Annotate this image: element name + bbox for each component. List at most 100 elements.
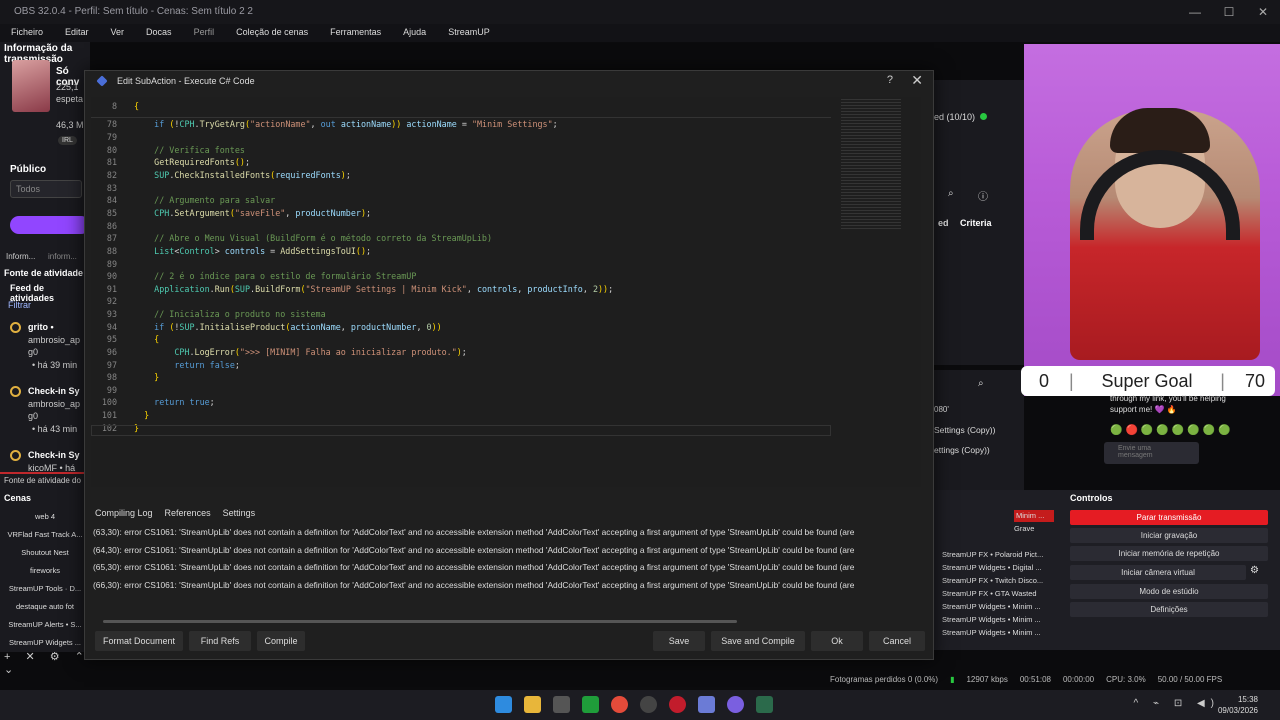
code-line[interactable]: 81 GetRequiredFonts(); — [91, 157, 831, 169]
settings-button[interactable]: Definições — [1070, 602, 1268, 617]
minimap[interactable] — [841, 99, 901, 229]
tab-compiling-log[interactable]: Compiling Log — [95, 508, 153, 518]
list-item[interactable]: VRFlad Fast Track A... — [0, 526, 90, 544]
compile-button[interactable]: Compile — [257, 631, 305, 651]
code-line[interactable]: 98 } — [91, 372, 831, 384]
scenes-list: web 4 VRFlad Fast Track A... Shoutout Ne… — [0, 508, 90, 652]
public-select[interactable]: Todos — [10, 180, 82, 198]
menu-ajuda[interactable]: Ajuda — [392, 24, 437, 42]
code-line[interactable]: 88 List<Control> controls = AddSettingsT… — [91, 246, 831, 258]
code-line[interactable]: 101 } — [91, 410, 831, 422]
code-line[interactable]: 91 Application.Run(SUP.BuildForm("Stream… — [91, 284, 831, 296]
tab-settings[interactable]: Settings — [223, 508, 256, 518]
studio-mode-button[interactable]: Modo de estúdio — [1070, 584, 1268, 599]
tab-references[interactable]: References — [165, 508, 211, 518]
list-item[interactable]: web 4 — [0, 508, 90, 526]
store-icon[interactable] — [553, 696, 570, 713]
list-item[interactable]: Minim ... — [1014, 510, 1054, 522]
chrome-icon[interactable] — [611, 696, 628, 713]
opera-icon[interactable] — [669, 696, 686, 713]
start-recording-button[interactable]: Iniciar gravação — [1070, 528, 1268, 543]
code-line[interactable]: 85 CPH.SetArgument("saveFile", productNu… — [91, 208, 831, 220]
file-explorer-icon[interactable] — [524, 696, 541, 713]
code-line[interactable]: 93 // Inicializa o produto no sistema — [91, 309, 831, 321]
find-refs-button[interactable]: Find Refs — [189, 631, 251, 651]
menu-editar[interactable]: Editar — [54, 24, 100, 42]
list-item[interactable]: StreamUP Alerts • S... — [0, 616, 90, 634]
list-item[interactable]: Settings (Copy)) — [934, 425, 995, 435]
chat-input[interactable]: Envie uma mensagem — [1104, 442, 1199, 464]
replay-buffer-button[interactable]: Iniciar memória de repetição — [1070, 546, 1268, 561]
cancel-button[interactable]: Cancel — [869, 631, 925, 651]
code-line[interactable]: 82 SUP.CheckInstalledFonts(requiredFonts… — [91, 170, 831, 182]
search-icon[interactable]: ⌕ — [948, 188, 954, 199]
clock[interactable]: 15:38 09/03/2026 — [1218, 694, 1258, 716]
menu-ver[interactable]: Ver — [100, 24, 136, 42]
tab-inform-b[interactable]: inform... — [48, 252, 77, 261]
code-line[interactable]: 89 — [91, 259, 831, 271]
code-line[interactable]: 90 // 2 é o índice para o estilo de form… — [91, 271, 831, 283]
info-icon[interactable]: ⓘ — [978, 188, 988, 203]
filter-link[interactable]: Filtrar — [8, 300, 31, 310]
tab-inform-a[interactable]: Inform... — [6, 252, 35, 261]
list-item[interactable]: StreamUP FX • Polaroid Pict... — [942, 550, 1043, 559]
virtual-camera-button[interactable]: Iniciar câmera virtual — [1070, 565, 1246, 580]
maximize-icon[interactable]: ☐ — [1212, 0, 1246, 24]
save-button[interactable]: Save — [653, 631, 705, 651]
list-item[interactable]: StreamUP Widgets • Minim ... — [942, 628, 1041, 637]
code-line[interactable]: 83 — [91, 183, 831, 195]
code-line[interactable]: 96 CPH.LogError(">>> [MINIM] Falha ao in… — [91, 347, 831, 359]
code-line[interactable]: 94 if (!SUP.InitialiseProduct(actionName… — [91, 322, 831, 334]
code-line[interactable]: 87 // Abre o Menu Visual (BuildForm é o … — [91, 233, 831, 245]
code-line[interactable]: 80 // Verifica fontes — [91, 145, 831, 157]
ok-button[interactable]: Ok — [811, 631, 863, 651]
windows-start-icon[interactable] — [495, 696, 512, 713]
list-item[interactable]: Shoutout Nest — [0, 544, 90, 562]
code-line[interactable]: 97 return false; — [91, 360, 831, 372]
horizontal-scrollbar[interactable] — [103, 620, 737, 623]
code-line[interactable]: 78 if (!CPH.TryGetArg("actionName", out … — [91, 119, 831, 131]
code-line[interactable]: 84 // Argumento para salvar — [91, 195, 831, 207]
list-item[interactable]: Grave — [1014, 524, 1034, 533]
list-item[interactable]: StreamUP FX • GTA Wasted — [942, 589, 1037, 598]
close-icon[interactable]: ✕ — [1246, 0, 1280, 24]
close-icon[interactable]: ✕ — [911, 72, 923, 89]
list-item[interactable]: StreamUP Widgets • Digital ... — [942, 563, 1042, 572]
menu-colecao-cenas[interactable]: Coleção de cenas — [225, 24, 319, 42]
list-item[interactable]: destaque auto fot — [0, 598, 90, 616]
menu-docas[interactable]: Docas — [135, 24, 183, 42]
list-item[interactable]: ettings (Copy)) — [934, 445, 990, 455]
terminal-icon[interactable] — [756, 696, 773, 713]
menu-perfil[interactable]: Perfil — [183, 24, 226, 42]
list-item[interactable]: StreamUP Widgets • Minim ... — [942, 615, 1041, 624]
menu-ferramentas[interactable]: Ferramentas — [319, 24, 392, 42]
code-line[interactable]: 86 — [91, 221, 831, 233]
code-line[interactable]: 92 — [91, 296, 831, 308]
gear-icon[interactable]: ⚙ — [1250, 565, 1259, 576]
obs-icon[interactable] — [640, 696, 657, 713]
list-item[interactable]: StreamUP Tools · D... — [0, 580, 90, 598]
stop-stream-button[interactable]: Parar transmissão — [1070, 510, 1268, 525]
code-line[interactable]: 79 — [91, 132, 831, 144]
search-icon[interactable]: ⌕ — [978, 378, 984, 389]
format-document-button[interactable]: Format Document — [95, 631, 183, 651]
code-editor[interactable]: 8{ 78 if (!CPH.TryGetArg("actionName", ou… — [91, 97, 921, 487]
code-line[interactable]: 99 — [91, 385, 831, 397]
list-item[interactable]: StreamUP Widgets • Minim ... — [942, 602, 1041, 611]
discord-icon[interactable] — [727, 696, 744, 713]
menu-streamup[interactable]: StreamUP — [437, 24, 501, 42]
save-and-compile-button[interactable]: Save and Compile — [711, 631, 805, 651]
scene-toolbar-icons[interactable]: + ✕ ⚙ ⌃ ⌄ — [4, 650, 90, 676]
menu-ficheiro[interactable]: Ficheiro — [0, 24, 54, 42]
code-line[interactable]: 8{ — [91, 101, 831, 113]
xbox-icon[interactable] — [582, 696, 599, 713]
list-item[interactable]: StreamUP FX • Twitch Disco... — [942, 576, 1043, 585]
system-tray[interactable]: ^ ⌁ ⊡ ◀) — [1134, 698, 1220, 709]
purple-button[interactable] — [10, 216, 90, 234]
code-line[interactable]: 95 { — [91, 334, 831, 346]
streamerbot-icon[interactable] — [698, 696, 715, 713]
help-icon[interactable]: ? — [887, 74, 893, 86]
minimize-icon[interactable]: — — [1178, 0, 1212, 24]
code-line[interactable]: 100 return true; — [91, 397, 831, 409]
list-item[interactable]: fireworks — [0, 562, 90, 580]
